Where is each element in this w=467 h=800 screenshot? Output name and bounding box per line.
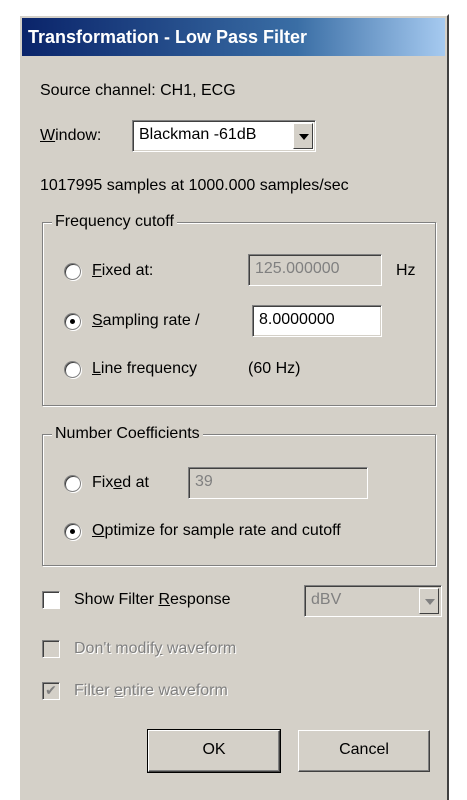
radio-line-frequency-label[interactable]: Line frequency xyxy=(92,358,197,380)
source-channel-label: Source channel: xyxy=(40,82,156,99)
radio-fixed-at[interactable] xyxy=(64,263,81,280)
frequency-cutoff-legend: Frequency cutoff xyxy=(52,212,177,232)
window-dropdown-value: Blackman -61dB xyxy=(139,126,257,143)
source-channel-row: Source channel: CH1, ECG xyxy=(40,80,236,102)
chevron-down-icon[interactable] xyxy=(293,123,313,149)
fixed-frequency-unit: Hz xyxy=(396,262,416,279)
fixed-coefficients-field: 39 xyxy=(188,467,368,499)
radio-sampling-rate-label[interactable]: Sampling rate / xyxy=(92,310,200,332)
dialog-window: Transformation - Low Pass Filter Source … xyxy=(18,14,449,800)
filter-entire-checkbox: ✔ xyxy=(42,682,60,700)
window-label: Window: xyxy=(40,127,102,144)
dialog-title: Transformation - Low Pass Filter xyxy=(28,27,308,47)
window-dropdown[interactable]: Blackman -61dB xyxy=(132,120,316,152)
fixed-frequency-field: 125.000000 xyxy=(248,254,382,286)
number-coefficients-legend: Number Coefficients xyxy=(52,424,203,444)
show-response-label[interactable]: Show Filter Response xyxy=(74,589,231,611)
line-frequency-note: (60 Hz) xyxy=(248,360,301,377)
radio-fixed-coefficients[interactable] xyxy=(64,475,81,492)
show-response-checkbox[interactable] xyxy=(42,591,60,609)
radio-fixed-coefficients-label[interactable]: Fixed at xyxy=(92,472,149,494)
chevron-down-icon xyxy=(419,588,439,614)
radio-optimize[interactable] xyxy=(64,523,81,540)
sampling-divisor-input[interactable]: 8.0000000 xyxy=(252,305,382,337)
ok-button[interactable]: OK xyxy=(147,729,281,773)
cancel-button[interactable]: Cancel xyxy=(298,730,430,772)
filter-entire-label: Filter entire waveform xyxy=(74,682,228,699)
radio-optimize-label[interactable]: Optimize for sample rate and cutoff xyxy=(92,520,341,542)
title-bar: Transformation - Low Pass Filter xyxy=(22,18,445,56)
radio-sampling-rate[interactable] xyxy=(64,313,81,330)
response-unit-dropdown: dBV xyxy=(304,585,442,617)
number-coefficients-group xyxy=(42,434,436,566)
samples-info: 1017995 samples at 1000.000 samples/sec xyxy=(40,177,349,194)
radio-fixed-at-label[interactable]: Fixed at: xyxy=(92,260,153,282)
source-channel-value: CH1, ECG xyxy=(160,82,236,99)
dont-modify-checkbox xyxy=(42,640,60,658)
radio-line-frequency[interactable] xyxy=(64,361,81,378)
dont-modify-label: Don't modify waveform xyxy=(74,640,237,657)
